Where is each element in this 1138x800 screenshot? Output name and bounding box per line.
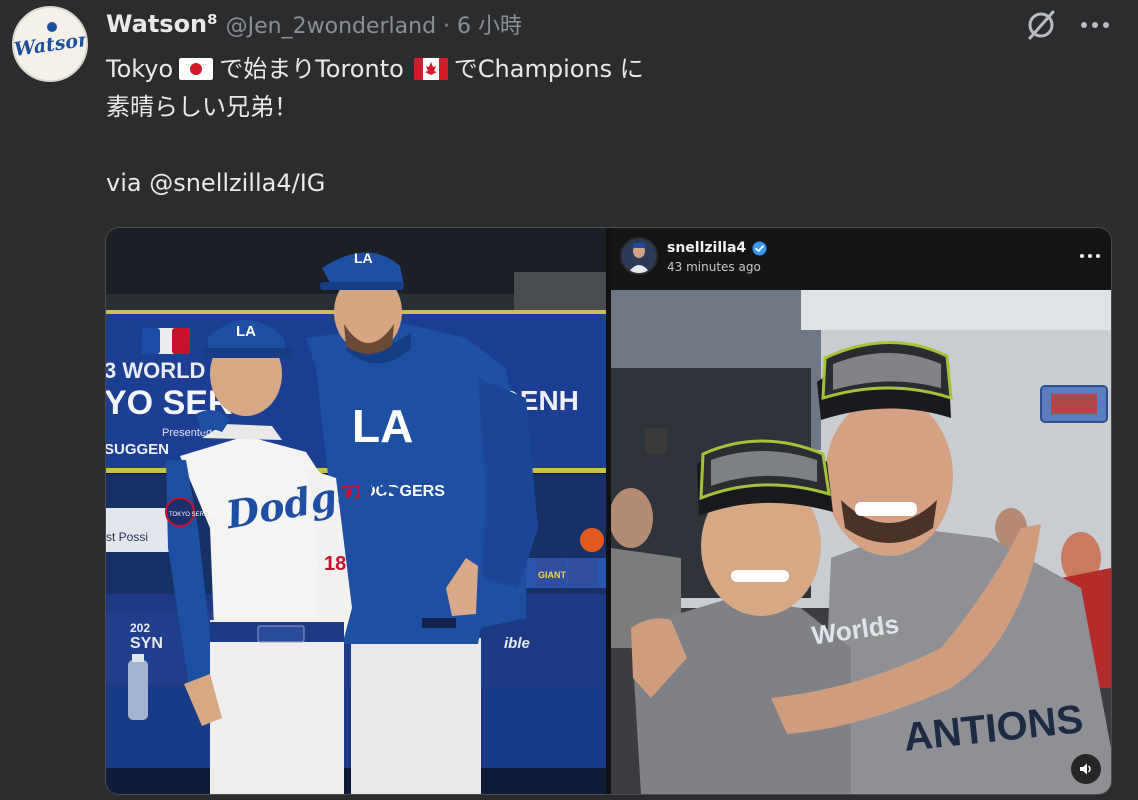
author-name[interactable]: Watson⁸: [106, 10, 218, 38]
media-grid: 3 WORLD TOUR YO SER Presented SUGGEN GEN…: [105, 227, 1112, 795]
cap-logo-tall: LA: [354, 250, 373, 266]
snack-label: GIANT: [538, 570, 567, 580]
author-handle-timestamp[interactable]: @Jen_2wonderland · 6 小時: [226, 8, 522, 40]
instagram-username[interactable]: snellzilla4: [667, 240, 746, 256]
instagram-avatar[interactable]: [620, 237, 658, 275]
canada-flag-icon: [413, 58, 448, 80]
post-text-line-2: 素晴らしい兄弟！: [106, 93, 298, 121]
speaker-icon[interactable]: [1071, 754, 1101, 784]
tokyo-series-patch: TOKYO SERIES: [169, 512, 214, 518]
photo-right[interactable]: ANTIONS Worlds snellzilla4 43 minutes ag…: [611, 228, 1111, 794]
post-text-champions: でChampions に: [453, 55, 644, 83]
post-text-blank-line: [106, 126, 1006, 164]
slashed-circle-icon[interactable]: [1024, 8, 1058, 42]
instagram-user[interactable]: snellzilla4: [667, 240, 767, 256]
post-text-line-3: via @snellzilla4/IG: [106, 169, 326, 197]
sign-bottom-year: 202: [130, 621, 150, 635]
avatar-logo-text: Watson: [12, 28, 88, 61]
avatar-baseball-icon: [47, 22, 57, 32]
author-avatar[interactable]: Watson: [12, 6, 88, 82]
post-text: Tokyo で始まりToronto でChampions に 素晴らしい兄弟！ …: [106, 50, 1006, 202]
instagram-timestamp: 43 minutes ago: [667, 260, 761, 274]
post-text-line-1: Tokyo で始まりToronto でChampions に: [106, 50, 1006, 88]
photo-right-scene: ANTIONS Worlds: [611, 290, 1111, 794]
sign-left-text: st Possi: [106, 530, 148, 544]
sign-ible-text: ible: [504, 635, 530, 652]
verified-badge-icon: [752, 241, 767, 255]
banner-sponsor: SUGGEN: [106, 441, 169, 458]
post-text-toronto: で始まりToronto: [219, 55, 404, 83]
header-actions: [1024, 8, 1110, 42]
post-header: Watson⁸ @Jen_2wonderland · 6 小時: [106, 6, 522, 42]
jersey-number: 18: [324, 553, 346, 575]
post-text-tokyo: Tokyo: [106, 55, 174, 83]
instagram-more-icon[interactable]: [1079, 244, 1101, 263]
hoodie-logo: LA: [352, 400, 413, 452]
photo-left-scene: 3 WORLD TOUR YO SER Presented SUGGEN GEN…: [106, 228, 606, 794]
sign-bottom-text: SYN: [130, 635, 163, 652]
instagram-header: snellzilla4 43 minutes ago: [611, 228, 1111, 290]
japan-flag-icon: [179, 58, 214, 80]
cap-logo-short: LA: [236, 323, 256, 340]
more-dots-icon[interactable]: [1080, 20, 1110, 30]
photo-left[interactable]: 3 WORLD TOUR YO SER Presented SUGGEN GEN…: [106, 228, 606, 794]
